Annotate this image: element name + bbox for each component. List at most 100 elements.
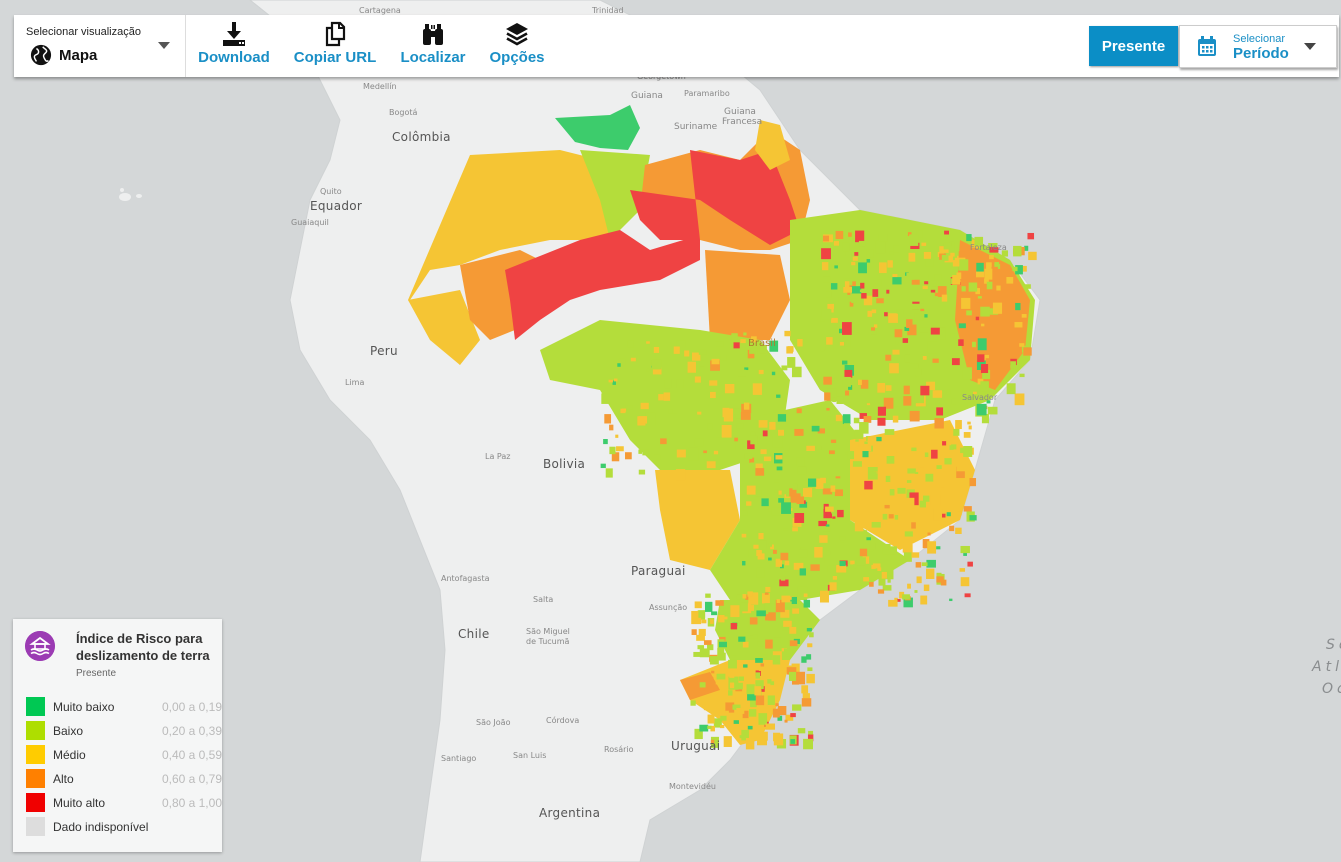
- municipality-patch: [729, 682, 735, 689]
- legend-item: Alto 0,60 a 0,79: [26, 769, 222, 789]
- municipality-patch: [646, 341, 650, 344]
- municipality-patch: [709, 656, 719, 665]
- municipality-patch: [832, 467, 842, 477]
- municipality-patch: [625, 405, 633, 410]
- municipality-patch: [806, 627, 812, 632]
- municipality-patch: [694, 601, 702, 609]
- municipality-patch: [892, 449, 897, 454]
- municipality-patch: [763, 654, 768, 658]
- municipality-patch: [819, 535, 828, 543]
- municipality-patch: [616, 446, 624, 452]
- municipality-patch: [969, 478, 977, 487]
- municipality-patch: [863, 415, 872, 423]
- municipality-patch: [1021, 314, 1027, 318]
- municipality-patch: [1023, 347, 1032, 356]
- options-button[interactable]: Opções: [486, 15, 548, 77]
- period-select-dropdown[interactable]: Selecionar Período: [1179, 25, 1337, 68]
- municipality-patch: [750, 700, 757, 708]
- municipality-patch: [884, 429, 895, 435]
- municipality-patch: [1024, 284, 1031, 289]
- municipality-patch: [698, 610, 706, 618]
- municipality-patch: [830, 408, 835, 415]
- municipality-patch: [893, 397, 902, 407]
- municipality-patch: [857, 379, 862, 386]
- municipality-patch: [904, 531, 913, 537]
- municipality-patch: [730, 605, 740, 618]
- municipality-patch: [902, 543, 913, 553]
- municipality-patch: [711, 611, 718, 616]
- view-select-dropdown[interactable]: Selecionar visualização Mapa: [14, 15, 186, 77]
- municipality-patch: [896, 309, 904, 314]
- municipality-patch: [765, 586, 771, 592]
- municipality-patch: [904, 354, 911, 363]
- municipality-patch: [858, 440, 864, 448]
- municipality-patch: [839, 342, 845, 346]
- locate-button[interactable]: Localizar: [398, 15, 468, 77]
- municipality-patch: [977, 354, 985, 363]
- period-select-label: Selecionar: [1233, 33, 1285, 45]
- municipality-patch: [836, 396, 844, 404]
- municipality-patch: [756, 567, 765, 578]
- municipality-patch: [698, 349, 707, 355]
- municipality-patch: [723, 736, 732, 747]
- municipality-patch: [728, 659, 737, 669]
- municipality-patch: [746, 485, 756, 495]
- municipality-patch: [784, 560, 790, 566]
- municipality-patch: [743, 402, 750, 410]
- municipality-patch: [693, 651, 702, 657]
- municipality-patch: [638, 416, 648, 424]
- municipality-patch: [844, 369, 853, 378]
- municipality-patch: [829, 582, 837, 591]
- present-button[interactable]: Presente: [1089, 26, 1178, 66]
- municipality-patch: [892, 415, 899, 423]
- municipality-patch: [738, 636, 746, 642]
- municipality-patch: [825, 291, 832, 298]
- municipality-patch: [894, 514, 899, 520]
- municipality-patch: [797, 338, 803, 347]
- municipality-patch: [768, 542, 772, 547]
- municipality-patch: [871, 521, 881, 528]
- municipality-patch: [620, 408, 626, 414]
- municipality-patch: [653, 346, 660, 353]
- municipality-patch: [887, 260, 893, 268]
- municipality-patch: [707, 423, 713, 430]
- municipality-patch: [796, 496, 805, 505]
- label-ocean-2: Atl: [1312, 659, 1341, 675]
- municipality-patch: [836, 565, 845, 573]
- municipality-patch: [764, 592, 769, 595]
- municipality-patch: [796, 575, 804, 581]
- municipality-patch: [854, 522, 864, 532]
- municipality-patch: [743, 664, 748, 668]
- municipality-patch: [964, 593, 971, 598]
- municipality-patch: [725, 710, 729, 715]
- municipality-patch: [896, 536, 904, 543]
- locate-label: Localizar: [400, 49, 466, 66]
- municipality-patch: [860, 282, 865, 289]
- municipality-patch: [949, 525, 955, 532]
- municipality-patch: [845, 390, 850, 396]
- municipality-patch: [694, 376, 701, 383]
- municipality-patch: [906, 319, 913, 328]
- municipality-patch: [742, 641, 749, 648]
- municipality-patch: [784, 719, 788, 723]
- municipality-patch: [810, 564, 820, 571]
- legend-item-name: Muito baixo: [53, 700, 115, 714]
- municipality-patch: [821, 309, 832, 320]
- municipality-patch: [755, 658, 763, 663]
- municipality-patch: [845, 252, 852, 257]
- municipality-patch: [996, 285, 1001, 291]
- municipality-patch: [842, 322, 852, 335]
- download-label: Download: [198, 49, 270, 66]
- municipality-patch: [778, 498, 785, 503]
- municipality-patch: [864, 480, 873, 490]
- municipality-patch: [915, 562, 922, 568]
- municipality-patch: [827, 565, 837, 572]
- municipality-patch: [608, 379, 613, 383]
- municipality-patch: [758, 667, 763, 671]
- download-button[interactable]: Download: [196, 15, 272, 77]
- municipality-patch: [986, 281, 993, 290]
- municipality-patch: [807, 478, 817, 487]
- municipality-patch: [789, 626, 797, 634]
- copy-url-button[interactable]: Copiar URL: [292, 15, 378, 77]
- municipality-patch: [854, 252, 859, 256]
